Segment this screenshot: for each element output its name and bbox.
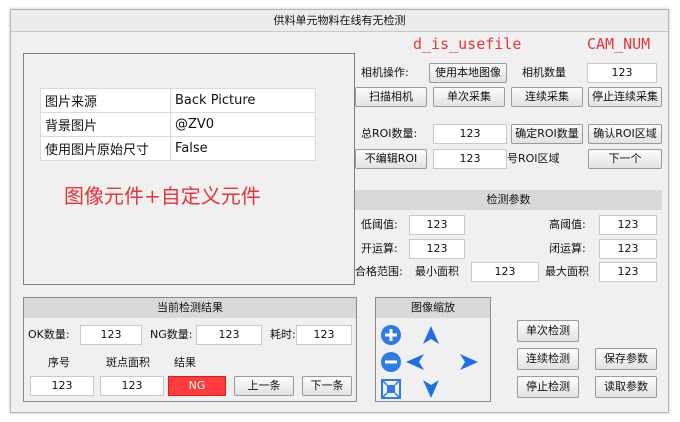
property-key: 背景图片 — [40, 112, 171, 137]
blob-area-field[interactable]: 123 — [100, 376, 164, 396]
stop-detect-button[interactable]: 停止检测 — [517, 376, 579, 398]
result-group: 当前检测结果 OK数量: 123 NG数量: 123 耗时: 123 序号 斑点… — [23, 297, 357, 402]
pan-up-icon[interactable] — [420, 324, 442, 346]
zoom-out-icon[interactable] — [380, 351, 402, 373]
roi-index-label: 号ROI区域 — [507, 152, 560, 165]
pan-left-icon[interactable] — [404, 351, 426, 373]
property-key: 使用图片原始尺寸 — [40, 136, 171, 161]
confirm-roi-area-button[interactable]: 确认ROI区域 — [588, 124, 662, 144]
single-detect-button[interactable]: 单次检测 — [517, 320, 579, 342]
result-label: 结果 — [174, 356, 196, 369]
next-roi-button[interactable]: 下一个 — [588, 149, 662, 169]
low-threshold-field[interactable]: 123 — [409, 215, 465, 235]
annotation-cam-num: CAM_NUM — [587, 35, 651, 53]
open-op-label: 开运算: — [361, 242, 398, 255]
blob-area-label: 斑点面积 — [106, 356, 150, 369]
max-area-label: 最大面积 — [545, 265, 589, 278]
main-window: 供料单元物料在线有无检测 d_is_usefile CAM_NUM 图片来源 B… — [10, 9, 669, 413]
close-op-label: 闭运算: — [549, 242, 586, 255]
confirm-roi-count-button[interactable]: 确定ROI数量 — [511, 124, 583, 144]
camera-count-label: 相机数量 — [522, 66, 566, 79]
seq-field[interactable]: 123 — [30, 376, 94, 396]
property-key: 图片来源 — [40, 88, 171, 113]
low-threshold-label: 低阈值: — [361, 218, 398, 231]
camera-op-label: 相机操作: — [361, 66, 409, 79]
property-value: False — [170, 136, 316, 161]
property-value: Back Picture — [170, 88, 316, 113]
roi-index-field[interactable]: 123 — [433, 149, 507, 169]
time-field[interactable]: 123 — [296, 325, 352, 345]
table-row: 图片来源 Back Picture — [40, 88, 316, 113]
seq-label: 序号 — [48, 356, 70, 369]
stop-continuous-capture-button[interactable]: 停止连续采集 — [588, 87, 662, 107]
range-label: 合格范围: — [355, 265, 403, 278]
image-display-panel[interactable]: 图片来源 Back Picture 背景图片 @ZV0 使用图片原始尺寸 Fal… — [23, 53, 355, 285]
min-area-field[interactable]: 123 — [471, 262, 539, 282]
next-record-button[interactable]: 下一条 — [302, 376, 352, 396]
annotation-use-file: d_is_usefile — [413, 35, 522, 53]
property-table: 图片来源 Back Picture 背景图片 @ZV0 使用图片原始尺寸 Fal… — [40, 88, 316, 161]
table-row: 背景图片 @ZV0 — [40, 112, 316, 137]
result-group-header: 当前检测结果 — [24, 298, 356, 318]
ok-count-field[interactable]: 123 — [80, 325, 142, 345]
load-params-button[interactable]: 读取参数 — [595, 376, 657, 398]
roi-total-label: 总ROI数量: — [361, 127, 418, 140]
high-threshold-field[interactable]: 123 — [599, 215, 657, 235]
close-op-field[interactable]: 123 — [599, 239, 657, 259]
max-area-field[interactable]: 123 — [599, 262, 657, 282]
camera-count-field[interactable]: 123 — [587, 63, 657, 83]
save-params-button[interactable]: 保存参数 — [595, 348, 657, 370]
open-op-field[interactable]: 123 — [409, 239, 465, 259]
window-title: 供料单元物料在线有无检测 — [11, 10, 668, 32]
table-row: 使用图片原始尺寸 False — [40, 136, 316, 161]
use-local-image-button[interactable]: 使用本地图像 — [429, 63, 507, 83]
min-area-label: 最小面积 — [415, 265, 459, 278]
previous-record-button[interactable]: 上一条 — [234, 376, 294, 396]
property-value: @ZV0 — [170, 112, 316, 137]
detect-params-header: 检测参数 — [355, 190, 662, 210]
single-capture-button[interactable]: 单次采集 — [433, 87, 505, 107]
no-edit-roi-button[interactable]: 不编辑ROI — [355, 149, 427, 169]
image-panel-caption: 图像元件+自定义元件 — [64, 184, 261, 208]
ok-count-label: OK数量: — [28, 328, 70, 341]
pan-down-icon[interactable] — [420, 378, 442, 400]
continuous-detect-button[interactable]: 连续检测 — [517, 348, 579, 370]
zoom-group: 图像缩放 — [375, 297, 491, 402]
zoom-in-icon[interactable] — [380, 324, 402, 346]
scan-camera-button[interactable]: 扫描相机 — [355, 87, 427, 107]
roi-total-field[interactable]: 123 — [433, 124, 507, 144]
time-label: 耗时: — [270, 328, 296, 341]
high-threshold-label: 高阈值: — [549, 218, 586, 231]
ng-count-label: NG数量: — [150, 328, 193, 341]
zoom-group-header: 图像缩放 — [376, 298, 490, 318]
continuous-capture-button[interactable]: 连续采集 — [511, 87, 583, 107]
pan-right-icon[interactable] — [458, 351, 480, 373]
fit-window-icon[interactable] — [380, 378, 402, 400]
result-ng-field: NG — [168, 376, 226, 396]
ng-count-field[interactable]: 123 — [196, 325, 262, 345]
